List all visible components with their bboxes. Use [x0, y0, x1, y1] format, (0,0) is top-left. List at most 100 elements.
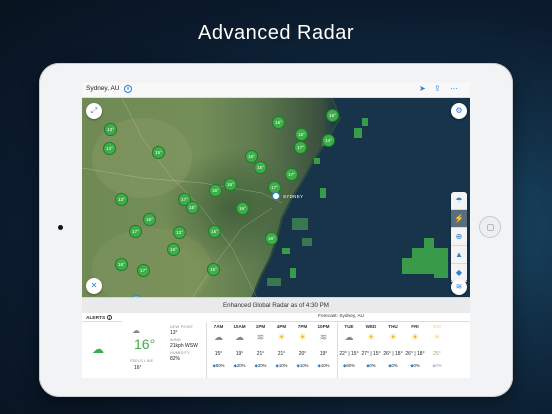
day-column[interactable]: SAT ☀ 25° ◆0% [426, 322, 448, 378]
forecast-panel: ALERTS i Forecast: Sydney, AU ☁ ☁ 16° FEE… [82, 313, 470, 378]
hour-column[interactable]: 1PM ≋ 21° ◆20% [250, 322, 271, 378]
temp-marker[interactable]: 15° [186, 201, 199, 214]
cloud-icon: ☁ [132, 326, 140, 335]
hour-column[interactable]: 10AM ☁ 19° ◆20% [229, 322, 250, 378]
hour-precip: ◆20% [233, 363, 246, 368]
day-name: WED [365, 324, 377, 329]
day-precip: ◆0% [410, 363, 420, 368]
temp-marker[interactable]: 17° [129, 225, 142, 238]
temp-marker[interactable]: 17° [285, 168, 298, 181]
sun-icon: ☀ [432, 332, 442, 342]
hour-temp: 15° [214, 351, 223, 357]
satellite-toggle-icon[interactable]: ✕ [86, 278, 102, 294]
location-name[interactable]: Sydney, AU [86, 85, 119, 92]
temp-marker[interactable]: 15° [254, 161, 267, 174]
hour-time: 7AM [213, 324, 224, 329]
temp-marker[interactable]: 15° [152, 146, 165, 159]
hour-column[interactable]: 4PM ☀ 21° ◆10% [271, 322, 292, 378]
rain-drops-icon[interactable]: ☂ [451, 192, 467, 210]
day-precip: ◆0% [388, 363, 398, 368]
alerts-header[interactable]: ALERTS i [82, 313, 122, 322]
hour-temp: 21° [256, 351, 265, 357]
temp-marker[interactable]: 15° [143, 213, 156, 226]
temp-marker[interactable]: 15° [245, 150, 258, 163]
day-precip: ◆60% [343, 363, 355, 368]
satellite-icon[interactable]: ⊕ [451, 228, 467, 246]
hour-time: 10AM [233, 324, 246, 329]
hour-time: 10PM [317, 324, 330, 329]
dew-point-value: 13° [170, 330, 178, 336]
day-column[interactable]: THU ☀ 26° | 18° ◆0% [382, 322, 404, 378]
share-icon[interactable]: ⇪ [434, 84, 441, 93]
hour-time: 1PM [255, 324, 266, 329]
temp-marker[interactable]: 13° [103, 142, 116, 155]
day-temp: 25° [433, 351, 441, 357]
map-layer-toolbar: ☂ ⚡ ⊕ ▲ ◆ [451, 192, 467, 282]
hour-precip: ◆10% [317, 363, 330, 368]
temp-marker[interactable]: 16° [265, 232, 278, 245]
app-screen: Sydney, AU ▾ ➤ ⇪ ⋯ 13° 15° 13° 17° 16° 1… [82, 82, 470, 378]
location-arrow-icon[interactable]: ➤ [419, 84, 426, 93]
temp-marker[interactable]: 16° [326, 109, 339, 122]
info-icon[interactable]: i [107, 315, 113, 320]
cloud-icon: ☁ [235, 332, 244, 342]
temp-marker[interactable]: 13° [115, 193, 128, 206]
cloud-icon: ☁ [214, 332, 223, 342]
hour-temp: 21° [277, 351, 286, 357]
more-icon[interactable]: ⋯ [450, 84, 458, 93]
humidity-label: HUMIDITY [170, 351, 190, 355]
temp-marker[interactable]: 13° [104, 123, 117, 136]
sun-icon: ☀ [410, 332, 420, 342]
warning-icon[interactable]: ▲ [451, 246, 467, 264]
temp-marker[interactable]: 17° [137, 264, 150, 277]
lightning-icon[interactable]: ⚡ [451, 210, 467, 228]
day-column[interactable]: FRI ☀ 26° | 18° ◆0% [404, 322, 426, 378]
hour-precip: ◆50% [212, 363, 225, 368]
expand-icon[interactable]: ⤢ [86, 103, 102, 119]
temp-marker[interactable]: 17° [294, 141, 307, 154]
day-column[interactable]: TUE ☁ 22° | 15° ◆60% [338, 322, 360, 378]
temp-marker[interactable]: 16° [272, 116, 285, 129]
day-column[interactable]: WED ☀ 27° | 15° ◆0% [360, 322, 382, 378]
map-terrain [82, 98, 470, 313]
radar-caption: Enhanced Global Radar as of 4:30 PM [223, 302, 329, 309]
city-label: SYDNEY [283, 194, 304, 199]
hour-time: 7PM [297, 324, 308, 329]
front-camera [58, 225, 63, 230]
temp-marker[interactable]: 16° [115, 258, 128, 271]
hour-column[interactable]: 7AM ☁ 15° ◆50% [208, 322, 229, 378]
headline: Advanced Radar [198, 22, 354, 44]
sun-icon: ☀ [388, 332, 398, 342]
radar-map[interactable]: 13° 15° 13° 17° 16° 16° 16° 17° 15° 16° … [82, 98, 470, 313]
wind-value: 21kph WSW [170, 343, 198, 349]
temp-marker[interactable]: 16° [167, 243, 180, 256]
day-temp: 27° | 15° [361, 351, 381, 357]
temp-marker[interactable]: 14° [322, 134, 335, 147]
forecast-title: Forecast: Sydney, AU [212, 314, 470, 322]
day-name: TUE [344, 324, 354, 329]
fog-icon: ≋ [319, 332, 328, 342]
hour-precip: ◆10% [275, 363, 288, 368]
temp-marker[interactable]: 15° [207, 263, 220, 276]
temp-marker[interactable]: 16° [209, 184, 222, 197]
dew-point-label: DEW POINT [170, 325, 194, 329]
temp-marker[interactable]: 16° [295, 128, 308, 141]
layers-stack-icon[interactable]: ≋ [451, 279, 467, 295]
hour-time: 4PM [276, 324, 287, 329]
day-precip: ◆0% [432, 363, 442, 368]
location-dropdown-icon[interactable]: ▾ [124, 85, 132, 93]
wind-label: WIND [170, 338, 181, 342]
hour-column[interactable]: 10PM ≋ 19° ◆10% [313, 322, 334, 378]
temp-marker[interactable]: 15° [208, 225, 221, 238]
hour-column[interactable]: 7PM ☀ 20° ◆10% [292, 322, 313, 378]
current-location-marker[interactable] [272, 192, 280, 200]
home-button[interactable] [479, 216, 501, 238]
settings-icon[interactable]: ⚙ [451, 103, 467, 119]
temp-marker[interactable]: 13° [173, 226, 186, 239]
radar-caption-bar: Enhanced Global Radar as of 4:30 PM [82, 297, 470, 313]
temp-marker[interactable]: 16° [236, 202, 249, 215]
daily-forecast: TUE ☁ 22° | 15° ◆60% WED ☀ 27° | 15° ◆0% THU ☀ 2… [337, 322, 448, 378]
temp-marker[interactable]: 16° [224, 178, 237, 191]
fog-icon: ≋ [256, 332, 265, 342]
sun-icon: ☀ [366, 332, 376, 342]
